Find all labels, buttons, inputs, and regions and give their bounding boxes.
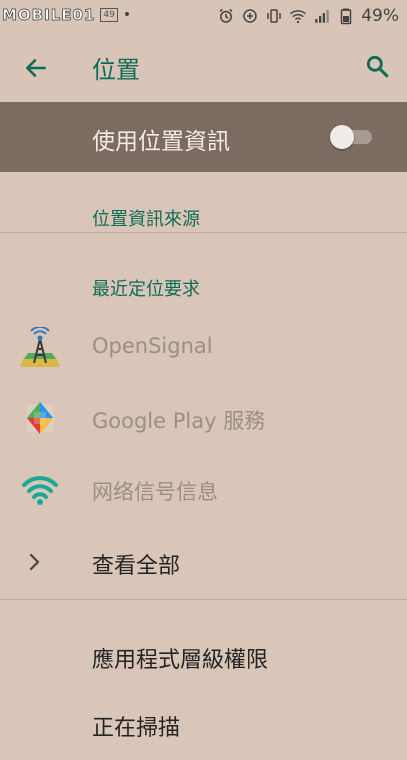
recent-app-row-google-play-services[interactable]: Google Play 服務: [0, 385, 407, 451]
notification-badge: 49: [100, 8, 118, 22]
use-location-toggle[interactable]: [330, 125, 374, 149]
search-icon: [366, 55, 389, 78]
app-level-permissions-label: 應用程式層級權限: [92, 648, 269, 673]
battery-icon: [340, 8, 352, 25]
data-saver-icon: [243, 9, 257, 23]
recent-app-label: OpenSignal: [92, 334, 213, 358]
app-level-permissions-row[interactable]: 應用程式層級權限: [0, 622, 407, 692]
watermark-logo: MOBILE01: [2, 6, 96, 25]
status-bar-left: MOBILE01 49 •: [2, 6, 132, 25]
vibrate-icon: [267, 9, 281, 23]
divider: [0, 599, 407, 600]
see-all-label: 查看全部: [92, 554, 181, 579]
status-bar: MOBILE01 49 • 49%: [0, 0, 407, 32]
scanning-row[interactable]: 正在掃描: [0, 690, 407, 760]
arrow-back-icon: [26, 59, 46, 77]
back-button[interactable]: [20, 52, 52, 84]
location-sources-header: 位置資訊來源: [92, 209, 200, 230]
alarm-icon: [219, 8, 233, 23]
search-button[interactable]: [361, 50, 393, 82]
recent-app-row-network-signal-info[interactable]: 网络信号信息: [0, 456, 407, 522]
cellular-signal-icon: [315, 10, 329, 23]
toggle-thumb: [330, 125, 354, 149]
recent-requests-header: 最近定位要求: [92, 279, 200, 300]
divider: [0, 232, 407, 233]
wifi-icon: [290, 10, 307, 24]
battery-percent: 49%: [361, 6, 399, 26]
opensignal-app-icon: [20, 327, 60, 367]
chevron-right-icon: [29, 553, 40, 571]
page-title: 位置: [92, 56, 140, 84]
network-signal-info-icon: [22, 476, 58, 505]
use-location-switch-row[interactable]: 使用位置資訊: [0, 102, 407, 172]
more-notifications-dot-icon: •: [122, 7, 132, 23]
app-bar: 位置: [0, 32, 407, 102]
use-location-label: 使用位置資訊: [92, 129, 230, 155]
recent-app-label: 网络信号信息: [92, 480, 218, 504]
status-bar-right: 49%: [217, 6, 399, 26]
recent-app-row-opensignal[interactable]: OpenSignal: [0, 314, 407, 380]
recent-app-label: Google Play 服務: [92, 409, 266, 433]
scanning-label: 正在掃描: [92, 716, 181, 741]
see-all-row[interactable]: 查看全部: [0, 530, 407, 594]
google-play-services-icon: [26, 402, 54, 434]
